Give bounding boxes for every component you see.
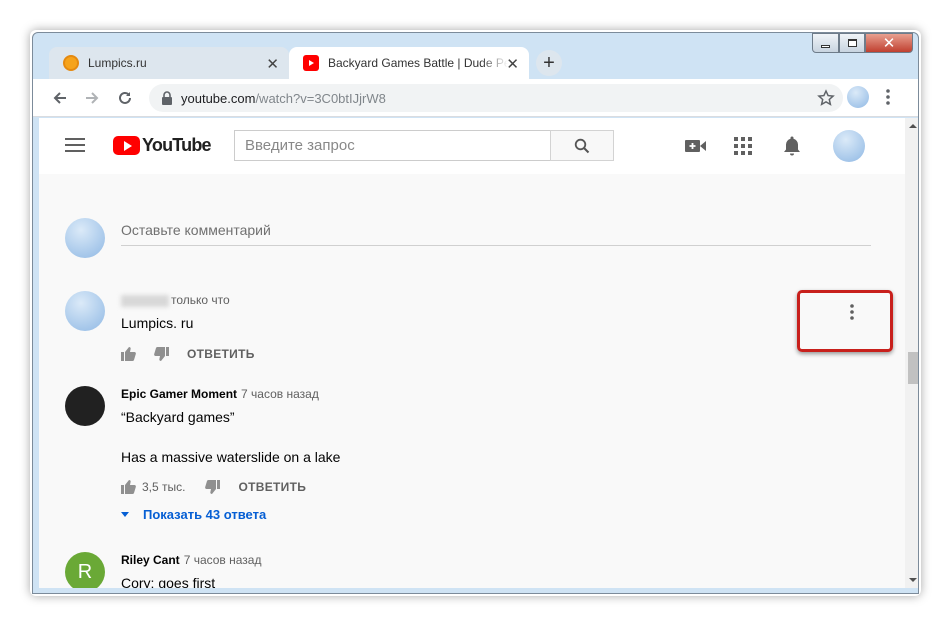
avatar[interactable]: [65, 386, 105, 426]
comment-text: Cory: goes first: [121, 575, 216, 588]
arrow-left-icon: [53, 92, 66, 104]
comment-time[interactable]: 7 часов назад: [241, 387, 319, 401]
maximize-button[interactable]: [839, 33, 865, 53]
more-vert-icon[interactable]: [849, 303, 855, 321]
search-button[interactable]: [550, 130, 614, 161]
add-comment-input[interactable]: Оставьте комментарий: [121, 222, 871, 246]
comment-header: только что: [121, 293, 230, 307]
thumbs-up-icon[interactable]: [121, 480, 136, 494]
address-bar[interactable]: youtube.com/watch?v=3C0btIJjrW8: [149, 84, 843, 112]
comment-text: Has a massive waterslide on a lake: [121, 449, 341, 465]
close-window-button[interactable]: ✕: [865, 33, 913, 53]
search-input[interactable]: Введите запрос: [234, 130, 550, 161]
comment-author-blurred[interactable]: [121, 294, 169, 307]
youtube-play-icon: [113, 136, 140, 155]
reload-button[interactable]: [114, 87, 136, 109]
scroll-down-arrow-icon[interactable]: [909, 578, 917, 582]
url-host: youtube.com: [181, 90, 256, 106]
comment-text: Lumpics. ru: [121, 315, 194, 331]
avatar[interactable]: R: [65, 552, 105, 588]
scroll-thumb[interactable]: [908, 352, 918, 384]
comment-header: Epic Gamer Moment 7 часов назад: [121, 387, 319, 401]
minimize-icon: [821, 44, 830, 48]
tab-title: Lumpics.ru: [88, 56, 147, 70]
thumbs-down-icon[interactable]: [205, 480, 221, 494]
thumbs-down-icon[interactable]: [154, 347, 169, 361]
star-icon[interactable]: [817, 89, 835, 107]
lock-icon: [162, 91, 172, 105]
thumbs-up-icon[interactable]: [121, 347, 136, 361]
like-count: 3,5 тыс.: [142, 480, 186, 494]
lumpics-favicon-icon: [63, 55, 79, 71]
arrow-right-icon: [86, 92, 99, 104]
tab-youtube[interactable]: Backyard Games Battle | Dude Pe ✕: [289, 47, 529, 79]
apps-grid-icon[interactable]: [734, 137, 752, 155]
bell-icon[interactable]: [783, 135, 801, 157]
more-vert-icon[interactable]: [885, 87, 891, 107]
forward-button[interactable]: [81, 87, 103, 109]
caret-down-icon: [121, 512, 129, 517]
youtube-favicon-icon: [303, 55, 319, 71]
user-avatar[interactable]: [833, 130, 865, 162]
show-replies-button[interactable]: Показать 43 ответа: [121, 507, 266, 522]
browser-window: ✕ Lumpics.ru ✕ Backyard Games Battle | D…: [32, 32, 919, 594]
comment-time[interactable]: только что: [171, 293, 230, 307]
youtube-logo-text: YouTube: [142, 135, 212, 155]
avatar[interactable]: [65, 291, 105, 331]
maximize-icon: [847, 39, 857, 47]
comment-actions: ОТВЕТИТЬ: [121, 347, 255, 361]
page-scrollbar[interactable]: [905, 118, 918, 588]
comment-author[interactable]: Riley Cant: [121, 553, 180, 567]
minimize-button[interactable]: [812, 33, 839, 53]
comment-header: Riley Cant 7 часов назад: [121, 553, 261, 567]
tab-title: Backyard Games Battle | Dude Pe: [328, 56, 508, 70]
youtube-logo[interactable]: YouTube: [113, 135, 212, 156]
new-tab-button[interactable]: +: [536, 50, 562, 76]
hamburger-menu-icon[interactable]: [65, 137, 85, 153]
browser-toolbar: youtube.com/watch?v=3C0btIJjrW8: [33, 79, 918, 117]
profile-avatar[interactable]: [847, 86, 869, 108]
tab-close-icon[interactable]: ✕: [266, 55, 279, 73]
reply-button[interactable]: ОТВЕТИТЬ: [238, 480, 306, 494]
reload-icon: [119, 91, 131, 104]
scroll-up-arrow-icon[interactable]: [909, 124, 917, 128]
youtube-header: YouTube Введите запрос: [39, 118, 905, 174]
highlight-frame: [797, 290, 893, 352]
comment-author[interactable]: Epic Gamer Moment: [121, 387, 237, 401]
search-icon: [574, 138, 590, 153]
video-camera-icon[interactable]: [685, 138, 707, 154]
avatar: [65, 218, 105, 258]
tab-lumpics[interactable]: Lumpics.ru ✕: [49, 47, 289, 79]
url-path: /watch?v=3C0btIJjrW8: [255, 90, 386, 106]
show-replies-label: Показать 43 ответа: [143, 507, 267, 522]
page-viewport: YouTube Введите запрос Оставьте коммента…: [39, 118, 905, 588]
reply-button[interactable]: ОТВЕТИТЬ: [187, 347, 255, 361]
tab-close-icon[interactable]: ✕: [506, 55, 519, 73]
avatar-letter: R: [77, 560, 93, 583]
comment-actions: 3,5 тыс. ОТВЕТИТЬ: [121, 480, 306, 494]
comment-text: “Backyard games”: [121, 409, 235, 425]
comment-time[interactable]: 7 часов назад: [184, 553, 262, 567]
close-icon: ✕: [882, 34, 896, 52]
back-button[interactable]: [49, 87, 71, 109]
